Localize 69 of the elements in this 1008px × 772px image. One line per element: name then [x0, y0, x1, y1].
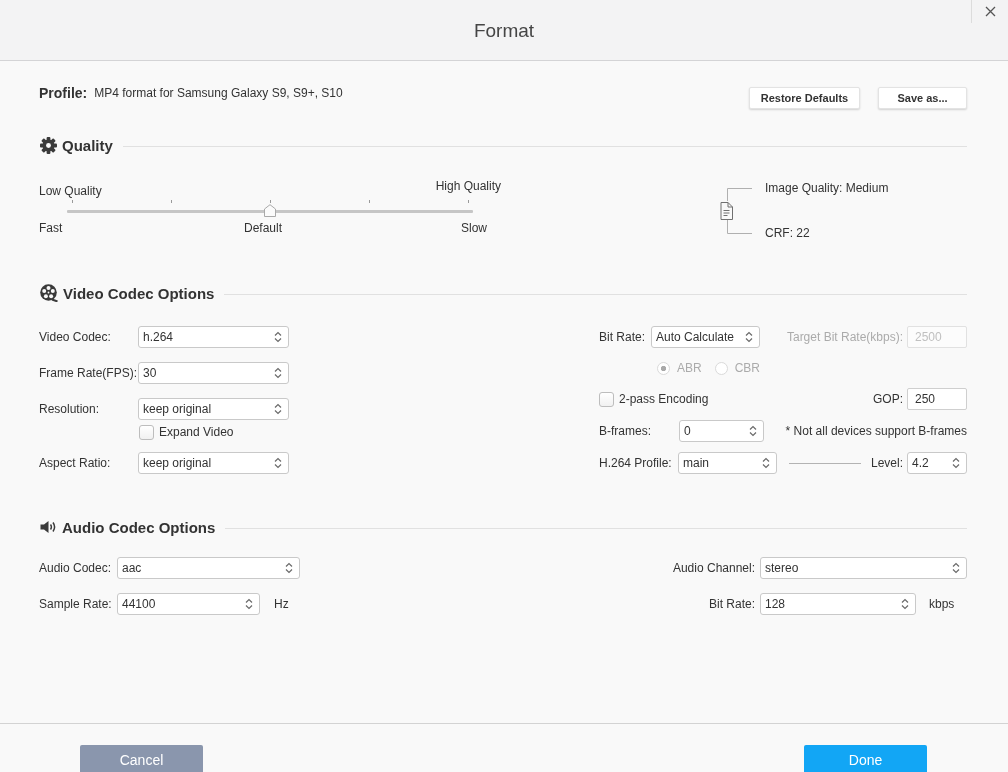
field-label: Audio Channel: [672, 561, 756, 575]
info-text: CRF: 22 [765, 226, 811, 240]
dropdown[interactable]: 4.2 [907, 452, 967, 474]
dropdown[interactable]: 0 [679, 420, 764, 442]
chevron-up-down-icon [274, 367, 282, 379]
dropdown[interactable]: h.264 [138, 326, 289, 348]
info-text: Image Quality: Medium [765, 181, 889, 195]
dropdown[interactable]: stereo [760, 557, 967, 579]
unit-label: Hz [274, 597, 289, 611]
checkbox-label: 2-pass Encoding [619, 392, 709, 406]
chevron-up-down-icon [285, 562, 293, 574]
document-bracket-icon [720, 188, 752, 234]
film-reel-icon [40, 284, 58, 302]
dropdown[interactable]: aac [117, 557, 300, 579]
gear-icon [40, 136, 57, 154]
note-text: * Not all devices support B-frames [785, 424, 967, 438]
chevron-up-down-icon [952, 457, 960, 469]
header-button[interactable]: Save as... [878, 87, 967, 109]
section-title: Video Codec Options [63, 284, 215, 302]
dropdown[interactable]: 30 [138, 362, 289, 384]
close-icon [984, 6, 996, 17]
slider-label: High Quality [435, 180, 501, 193]
header-button[interactable]: Restore Defaults [749, 87, 860, 109]
speaker-icon [40, 520, 57, 534]
slider-label: Default [244, 221, 282, 235]
field-label: Audio Codec: [39, 561, 113, 575]
section-title: Audio Codec Options [62, 518, 216, 536]
dropdown[interactable]: 128 [760, 593, 916, 615]
section-title: Quality [62, 136, 113, 154]
chevron-up-down-icon [274, 457, 282, 469]
field-label: GOP: [873, 392, 903, 406]
checkbox[interactable] [599, 391, 614, 407]
unit-label: kbps [929, 597, 955, 611]
dropdown[interactable]: Auto Calculate [651, 326, 760, 348]
chevron-up-down-icon [274, 331, 282, 343]
chevron-up-down-icon [749, 425, 757, 437]
radio-label: CBR [734, 361, 761, 375]
field-label: H.264 Profile: [599, 456, 673, 470]
field-label: Bit Rate: [708, 597, 756, 611]
field-label: Level: [870, 456, 903, 470]
field-label: Frame Rate(FPS): [39, 366, 138, 380]
slider-label: Low Quality [39, 185, 102, 198]
dropdown[interactable]: main [678, 452, 777, 474]
text-field[interactable]: 250 [907, 388, 967, 410]
field-label: Sample Rate: [39, 597, 113, 611]
chevron-up-down-icon [245, 598, 253, 610]
chevron-up-down-icon [274, 403, 282, 415]
radio-label: ABR [677, 361, 702, 375]
window-title: Format [473, 20, 535, 42]
chevron-up-down-icon [762, 457, 770, 469]
chevron-up-down-icon [901, 598, 909, 610]
slider-thumb[interactable] [264, 204, 276, 217]
profile-label: Profile: [39, 86, 88, 100]
field-label: Resolution: [39, 402, 101, 416]
dropdown[interactable]: keep original [138, 452, 289, 474]
field-label: B-frames: [599, 424, 652, 438]
slider-label: Fast [39, 221, 64, 235]
field-label: Bit Rate: [599, 330, 647, 344]
field-label: Target Bit Rate(kbps): [786, 330, 903, 344]
slider-label: Slow [461, 221, 487, 235]
chevron-up-down-icon [745, 331, 753, 343]
field-label: Video Codec: [39, 330, 112, 344]
dropdown[interactable]: 44100 [117, 593, 260, 615]
checkbox-label: Expand Video [159, 425, 234, 439]
dropdown[interactable]: keep original [138, 398, 289, 420]
field-label: Aspect Ratio: [39, 456, 112, 470]
profile-value: MP4 format for Samsung Galaxy S9, S9+, S10 [94, 86, 343, 100]
chevron-up-down-icon [952, 562, 960, 574]
checkbox[interactable] [139, 424, 154, 440]
